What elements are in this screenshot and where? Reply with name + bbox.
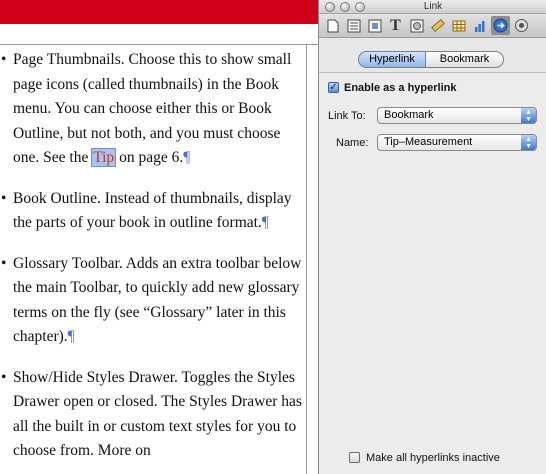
paragraph-text: Show/Hide Styles Drawer. Toggles the Sty… [13,368,302,460]
bullet-marker: • [1,254,7,272]
popup-arrows-icon: ▲ ▼ [521,108,536,123]
pilcrow-mark: ¶ [261,214,269,231]
paragraph-text: Glossary Toolbar. Adds an extra toolbar … [13,254,302,346]
hyperlink-settings: ✓ Enable as a hyperlink Link To: Bookmar… [319,72,546,474]
link-to-label: Link To: [328,110,366,122]
bookmark-name-value: Tip–Measurement [384,136,473,148]
table-inspector-icon[interactable] [449,16,468,35]
paragraph-text-end: on page 6. [115,149,184,166]
list-item[interactable]: • Show/Hide Styles Drawer. Toggles the S… [0,366,306,464]
bullet-marker: • [1,51,7,68]
chart-inspector-icon[interactable] [470,16,489,35]
list-item[interactable]: • Page Thumbnails. Choose this to show s… [0,48,306,171]
bullet-marker: • [1,189,7,207]
enable-hyperlink-checkbox[interactable]: ✓ [328,82,339,93]
panel-titlebar[interactable]: Link [319,0,546,14]
page-top-margin [0,24,318,44]
document-body[interactable]: • Page Thumbnails. Choose this to show s… [0,48,306,474]
bookmark-name-popup[interactable]: Tip–Measurement ▲ ▼ [377,134,537,151]
hyperlinks-inactive-label: Make all hyperlinks inactive [366,452,500,464]
tab-bookmark[interactable]: Bookmark [426,51,504,68]
panel-title: Link [423,1,443,12]
pilcrow-mark: ¶ [183,149,191,166]
popup-arrows-icon: ▲ ▼ [521,135,536,150]
paragraph-text: Book Outline. Instead of thumbnails, dis… [13,189,292,232]
layout-inspector-icon[interactable] [344,16,363,35]
margin-guide-vertical [306,44,307,474]
link-inspector-panel: Link T Hyperlink Bookmark ✓ Enable as a … [318,0,546,474]
link-to-value: Bookmark [384,109,434,121]
pilcrow-mark: ¶ [67,328,75,345]
margin-guide-horizontal [0,44,318,45]
metrics-inspector-icon[interactable] [428,16,447,35]
name-label: Name: [336,137,369,149]
bullet-marker: • [1,368,7,386]
list-item[interactable]: • Glossary Toolbar. Adds an extra toolba… [0,252,306,350]
inspector-toolbar: T [319,14,546,38]
wrap-inspector-icon[interactable] [365,16,384,35]
text-inspector-icon[interactable]: T [386,16,405,35]
quicktime-inspector-icon[interactable] [512,16,531,35]
selected-link-text[interactable]: Tip [91,148,117,167]
graphic-inspector-icon[interactable] [407,16,426,35]
list-item[interactable]: • Book Outline. Instead of thumbnails, d… [0,187,306,236]
hyperlinks-inactive-checkbox[interactable] [349,452,360,463]
tab-hyperlink[interactable]: Hyperlink [358,51,426,68]
document-view[interactable]: • Page Thumbnails. Choose this to show s… [0,0,318,474]
link-inspector-icon[interactable] [491,16,510,35]
document-inspector-icon[interactable] [323,16,342,35]
enable-hyperlink-label: Enable as a hyperlink [344,82,457,94]
chapter-header-bar [0,0,318,24]
link-to-popup[interactable]: Bookmark ▲ ▼ [377,107,537,124]
